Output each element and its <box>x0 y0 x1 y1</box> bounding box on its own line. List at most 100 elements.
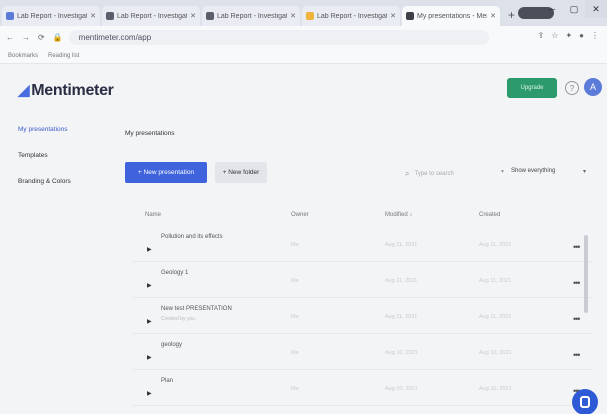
table-row[interactable]: ▶ Pollution and its effects Me Aug 11, 2… <box>133 226 593 262</box>
sidebar-item-branding[interactable]: Branding & Colors <box>18 178 71 185</box>
presentation-name[interactable]: Pollution and its effects <box>161 234 223 240</box>
bookmark-item[interactable]: Reading list <box>48 53 79 59</box>
close-icon[interactable]: ✕ <box>390 12 396 20</box>
browser-tab-active[interactable]: My presentations - Mentimeter ✕ <box>402 6 500 26</box>
show-filter-dropdown[interactable]: Show everything <box>511 168 555 174</box>
tab-favicon-icon <box>206 12 214 20</box>
presentation-icon: ▶ <box>147 247 152 253</box>
owner-cell: Me <box>291 350 299 356</box>
modified-cell: Aug 11, 2021 <box>385 278 418 284</box>
minimize-icon[interactable]: ─ <box>541 0 563 18</box>
presentation-name[interactable]: geology <box>161 342 182 348</box>
chat-help-button[interactable] <box>572 389 598 414</box>
presentation-icon: ▶ <box>147 355 152 361</box>
main-content: My presentations + New presentation + Ne… <box>123 114 607 414</box>
close-icon[interactable]: ✕ <box>490 12 496 20</box>
back-icon[interactable]: ← <box>6 33 14 42</box>
filter-dropdown-icon[interactable]: ▾ <box>501 168 504 175</box>
logo-text: Mentimeter <box>31 82 114 99</box>
new-presentation-button[interactable]: + New presentation <box>125 162 207 183</box>
chevron-down-icon[interactable]: ▾ <box>583 168 586 175</box>
modified-cell: Aug 10, 2021 <box>385 350 418 356</box>
presentation-name[interactable]: New test PRESENTATION <box>161 306 232 312</box>
browser-tab[interactable]: Lab Report - Investigation ✕ <box>202 6 300 26</box>
tab-title: Lab Report - Investigation <box>217 12 287 20</box>
created-cell: Aug 10, 2021 <box>479 386 512 392</box>
column-header-owner[interactable]: Owner <box>291 212 309 218</box>
maximize-icon[interactable]: ▢ <box>563 0 585 18</box>
tab-favicon-icon <box>6 12 14 20</box>
reload-icon[interactable]: ⟳ <box>38 33 45 42</box>
address-bar: ← → ⟳ 🔒 mentimeter.com/app ⇪ ☆ ✦ ● ⋮ <box>0 26 607 48</box>
presentation-name[interactable]: Plan <box>161 378 173 384</box>
page-title: My presentations <box>125 130 175 137</box>
chat-icon <box>580 396 590 408</box>
tab-title: Lab Report - Investigation <box>117 12 187 20</box>
table-row[interactable]: ▶ Plan Me Aug 10, 2021 Aug 10, 2021 ••• <box>133 370 593 406</box>
browser-tab[interactable]: Lab Report - Investigation ✕ <box>2 6 100 26</box>
app-header: ◢ Mentimeter Upgrade ? A <box>0 64 607 114</box>
presentation-name[interactable]: Geology 1 <box>161 270 188 276</box>
tab-title: Lab Report - Investigation <box>17 12 87 20</box>
modified-cell: Aug 11, 2021 <box>385 242 418 248</box>
tab-favicon-icon <box>106 12 114 20</box>
sidebar-item-my-presentations[interactable]: My presentations <box>18 126 68 133</box>
more-options-icon[interactable]: ••• <box>573 278 581 288</box>
owner-cell: Me <box>291 242 299 248</box>
avatar[interactable]: A <box>584 78 602 96</box>
browser-tab[interactable]: Lab Report - Investigation ✕ <box>302 6 400 26</box>
owner-cell: Me <box>291 314 299 320</box>
owner-cell: Me <box>291 278 299 284</box>
browser-tab-strip: Lab Report - Investigation ✕ Lab Report … <box>0 0 607 26</box>
logo-mark-icon: ◢ <box>18 82 30 99</box>
search-icon: ⌕ <box>405 169 410 178</box>
table-row[interactable]: ▶ New test PRESENTATION Created by you M… <box>133 298 593 334</box>
search-input[interactable]: ⌕ Type to search <box>405 168 500 180</box>
star-icon[interactable]: ☆ <box>551 31 558 40</box>
mentimeter-logo[interactable]: ◢ Mentimeter <box>18 81 114 100</box>
column-header-created[interactable]: Created <box>479 212 500 218</box>
menu-icon[interactable]: ⋮ <box>591 31 599 40</box>
presentation-icon: ▶ <box>147 319 152 325</box>
sidebar: My presentations Templates Branding & Co… <box>0 114 110 414</box>
upgrade-button[interactable]: Upgrade <box>507 78 557 98</box>
forward-icon[interactable]: → <box>22 33 30 42</box>
close-icon[interactable]: ✕ <box>190 12 196 20</box>
modified-cell: Aug 11, 2021 <box>385 314 418 320</box>
more-options-icon[interactable]: ••• <box>573 314 581 324</box>
toolbar-icons: ⇪ ☆ ✦ ● ⋮ <box>538 31 599 40</box>
window-controls: ─ ▢ ✕ <box>541 0 607 26</box>
created-cell: Aug 10, 2021 <box>479 350 512 356</box>
scrollbar[interactable] <box>584 235 588 313</box>
profile-icon[interactable]: ● <box>579 31 584 40</box>
presentation-subtitle: Created by you <box>161 316 195 322</box>
created-cell: Aug 11, 2021 <box>479 278 512 284</box>
share-icon[interactable]: ⇪ <box>538 31 545 40</box>
bookmark-item[interactable]: Bookmarks <box>8 53 38 59</box>
column-header-modified[interactable]: Modified ↓ <box>385 212 412 218</box>
new-tab-button[interactable]: + <box>508 8 515 22</box>
presentation-icon: ▶ <box>147 391 152 397</box>
modified-cell: Aug 10, 2021 <box>385 386 418 392</box>
tab-title: My presentations - Mentimeter <box>417 12 487 20</box>
column-header-name[interactable]: Name <box>145 212 161 218</box>
more-options-icon[interactable]: ••• <box>573 242 581 252</box>
sidebar-item-templates[interactable]: Templates <box>18 152 48 159</box>
close-icon[interactable]: ✕ <box>290 12 296 20</box>
close-icon[interactable]: ✕ <box>90 12 96 20</box>
table-row[interactable]: ▶ Geology 1 Me Aug 11, 2021 Aug 11, 2021… <box>133 262 593 298</box>
help-icon[interactable]: ? <box>565 81 579 95</box>
extensions-icon[interactable]: ✦ <box>565 31 572 40</box>
browser-tab[interactable]: Lab Report - Investigation ✕ <box>102 6 200 26</box>
search-placeholder: Type to search <box>414 171 454 177</box>
window-close-icon[interactable]: ✕ <box>585 0 607 18</box>
bookmarks-bar: Bookmarks Reading list <box>0 48 607 64</box>
owner-cell: Me <box>291 386 299 392</box>
new-folder-button[interactable]: + New folder <box>215 162 267 183</box>
url-field[interactable]: mentimeter.com/app <box>68 29 489 45</box>
tab-title: Lab Report - Investigation <box>317 12 387 20</box>
more-options-icon[interactable]: ••• <box>573 350 581 360</box>
table-row[interactable]: ▶ geology Me Aug 10, 2021 Aug 10, 2021 •… <box>133 334 593 370</box>
lock-icon: 🔒 <box>52 32 63 42</box>
created-cell: Aug 11, 2021 <box>479 242 512 248</box>
